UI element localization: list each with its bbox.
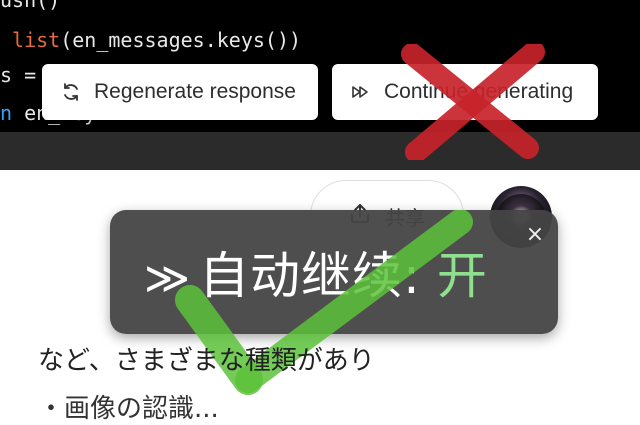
auto-continue-toast: ≫ 自动继续: 开 × (110, 210, 558, 334)
toast-label: 自动继续: (199, 247, 421, 305)
double-chevron-icon: ≫ (144, 253, 192, 304)
refresh-icon (60, 81, 82, 103)
response-text-line: ・画像の認識... (38, 394, 219, 424)
editor-footer-strip (0, 132, 640, 170)
fast-forward-icon (350, 81, 372, 103)
code-line: s = (0, 63, 49, 87)
code-line: list(en_messages.keys()) (12, 28, 302, 52)
close-icon[interactable]: × (524, 224, 546, 246)
regenerate-response-button[interactable]: Regenerate response (42, 64, 318, 120)
response-text-line: など、さまざまな種類があり (38, 346, 375, 376)
code-line: ush() (0, 0, 61, 12)
continue-generating-button[interactable]: Continue generating (332, 64, 598, 120)
regenerate-response-label: Regenerate response (94, 80, 296, 103)
continue-generating-label: Continue generating (384, 80, 574, 103)
toast-text: ≫ 自动继续: 开 (144, 236, 488, 308)
toast-value: 开 (436, 247, 488, 305)
